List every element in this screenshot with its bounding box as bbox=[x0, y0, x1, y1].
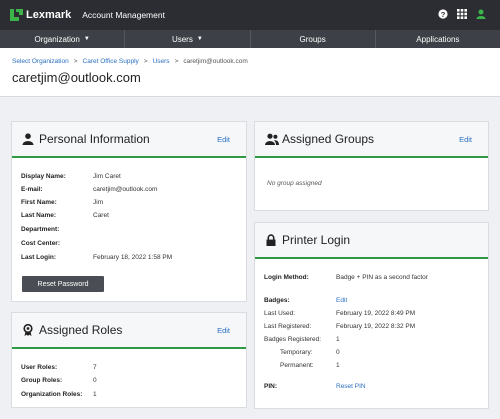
last-registered-value: February 19, 2022 8:32 PM bbox=[336, 323, 416, 330]
breadcrumb-organization[interactable]: Caret Office Supply bbox=[83, 58, 139, 65]
nav-users[interactable]: Users ▼ bbox=[125, 30, 251, 48]
brand-logo[interactable]: Lexmark bbox=[10, 9, 71, 21]
card-header: Assigned Groups Edit bbox=[255, 122, 488, 158]
user-icon[interactable] bbox=[476, 9, 486, 21]
last-used-value: February 19, 2022 8:49 PM bbox=[336, 310, 416, 317]
temporary-value: 0 bbox=[336, 349, 340, 356]
main-nav: Organization ▼ Users ▼ Groups Applicatio… bbox=[0, 30, 500, 48]
field-label: Organization Roles: bbox=[21, 391, 83, 398]
field-value: 0 bbox=[93, 377, 97, 384]
assigned-groups-card: Assigned Groups Edit No group assigned bbox=[254, 121, 489, 211]
page-header: Select Organization > Caret Office Suppl… bbox=[0, 48, 500, 97]
nav-groups-label: Groups bbox=[299, 34, 326, 44]
card-header: Assigned Roles Edit bbox=[12, 313, 246, 349]
field-value: caretjim@outlook.com bbox=[93, 186, 158, 193]
lock-icon bbox=[265, 234, 277, 246]
breadcrumb-current: caretjim@outlook.com bbox=[183, 58, 248, 65]
field-value: Jim Caret bbox=[93, 173, 121, 180]
breadcrumb-separator: > bbox=[174, 58, 179, 65]
field-label: Display Name: bbox=[21, 173, 66, 180]
page-title: caretjim@outlook.com bbox=[12, 70, 141, 85]
app-title: Account Management bbox=[82, 10, 165, 20]
nav-organization[interactable]: Organization ▼ bbox=[0, 30, 126, 48]
card-header: Personal Information Edit bbox=[12, 122, 246, 158]
edit-badges-link[interactable]: Edit bbox=[336, 297, 347, 304]
users-group-icon bbox=[265, 133, 279, 145]
badges-registered-value: 1 bbox=[336, 336, 340, 343]
field-label: E-mail: bbox=[21, 186, 43, 193]
nav-users-label: Users bbox=[171, 34, 193, 44]
field-value: Jim bbox=[93, 199, 104, 206]
field-value: 1 bbox=[93, 391, 97, 398]
reset-pin-link[interactable]: Reset PIN bbox=[336, 383, 366, 390]
caret-down-icon: ▼ bbox=[196, 36, 203, 42]
temporary-label: Temporary: bbox=[280, 349, 313, 356]
nav-applications[interactable]: Applications bbox=[376, 30, 500, 48]
nav-groups[interactable]: Groups bbox=[251, 30, 376, 48]
top-icons: ? bbox=[438, 9, 486, 21]
edit-roles-link[interactable]: Edit bbox=[217, 326, 230, 335]
svg-text:?: ? bbox=[441, 10, 446, 19]
card-title: Assigned Groups bbox=[282, 132, 375, 146]
edit-personal-link[interactable]: Edit bbox=[217, 135, 230, 144]
field-label: Cost Center: bbox=[21, 240, 61, 247]
badges-label: Badges: bbox=[264, 297, 290, 304]
field-label: Last Name: bbox=[21, 212, 57, 219]
card-title: Personal Information bbox=[39, 132, 150, 146]
apps-grid-icon[interactable] bbox=[457, 9, 467, 21]
last-registered-label: Last Registered: bbox=[264, 323, 312, 330]
field-value: 7 bbox=[93, 364, 97, 371]
permanent-value: 1 bbox=[336, 362, 340, 369]
personal-information-card: Personal Information Edit Display Name: … bbox=[11, 121, 247, 302]
nav-applications-label: Applications bbox=[416, 34, 460, 44]
top-bar: Lexmark Account Management ? bbox=[0, 0, 500, 30]
reset-password-button[interactable]: Reset Password bbox=[22, 276, 104, 292]
printer-login-card: Printer Login Login Method: Badge + PIN … bbox=[254, 222, 489, 409]
brand-name: Lexmark bbox=[26, 9, 72, 21]
breadcrumb-users[interactable]: Users bbox=[153, 58, 170, 65]
field-value: Caret bbox=[93, 212, 109, 219]
field-label: Group Roles: bbox=[21, 377, 63, 384]
award-ribbon-icon bbox=[22, 323, 34, 336]
nav-organization-label: Organization bbox=[34, 34, 80, 44]
card-title: Printer Login bbox=[282, 233, 351, 247]
badges-registered-label: Badges Registered: bbox=[264, 336, 322, 343]
breadcrumb: Select Organization > Caret Office Suppl… bbox=[12, 58, 248, 65]
permanent-label: Permanent: bbox=[280, 362, 314, 369]
caret-down-icon: ▼ bbox=[83, 36, 90, 42]
edit-groups-link[interactable]: Edit bbox=[459, 135, 472, 144]
login-method-value: Badge + PIN as a second factor bbox=[336, 274, 428, 281]
assigned-roles-card: Assigned Roles Edit User Roles: 7 Group … bbox=[11, 312, 247, 408]
login-method-label: Login Method: bbox=[264, 274, 309, 281]
breadcrumb-separator: > bbox=[143, 58, 148, 65]
no-groups-message: No group assigned bbox=[267, 180, 322, 187]
card-header: Printer Login bbox=[255, 223, 488, 259]
field-label: Department: bbox=[21, 226, 60, 233]
breadcrumb-separator: > bbox=[73, 58, 78, 65]
pin-label: PIN: bbox=[264, 383, 277, 390]
field-label: Last Login: bbox=[21, 254, 57, 261]
lexmark-logo-icon bbox=[10, 9, 23, 21]
help-icon[interactable]: ? bbox=[438, 9, 448, 21]
last-used-label: Last Used: bbox=[264, 310, 296, 317]
field-label: User Roles: bbox=[21, 364, 58, 371]
card-title: Assigned Roles bbox=[39, 323, 123, 337]
field-label: First Name: bbox=[21, 199, 57, 206]
field-value: February 18, 2022 1:58 PM bbox=[93, 254, 173, 261]
breadcrumb-select-organization[interactable]: Select Organization bbox=[12, 58, 69, 65]
person-icon bbox=[22, 133, 34, 145]
